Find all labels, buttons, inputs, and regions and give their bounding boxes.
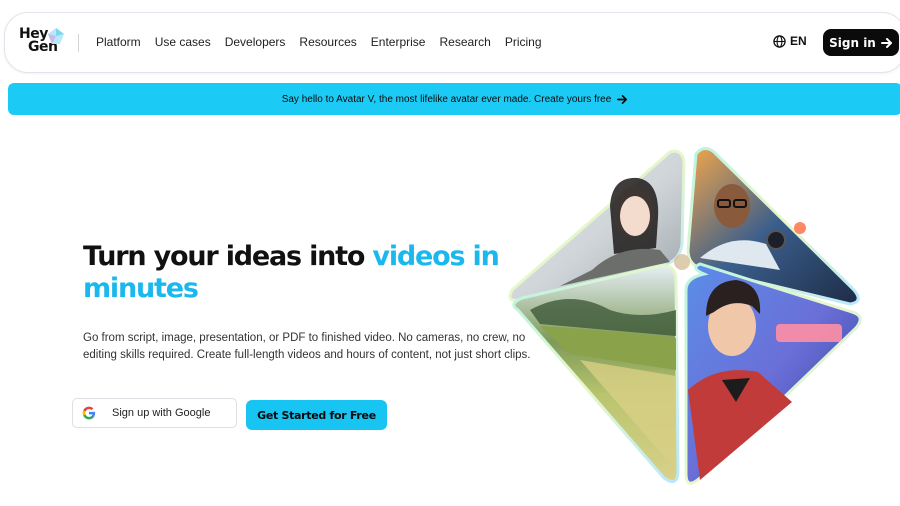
top-nav-bar: Hey Gen Platform Use cases Developers Re… — [4, 12, 900, 73]
google-signup-button[interactable]: Sign up with Google — [72, 398, 237, 428]
get-started-label: Get Started for Free — [257, 408, 376, 422]
google-signup-label: Sign up with Google — [112, 407, 211, 419]
arrow-right-icon — [617, 94, 628, 104]
announcement-text: Say hello to Avatar V, the most lifelike… — [281, 93, 612, 105]
language-label: EN — [790, 34, 807, 48]
language-selector[interactable]: EN — [773, 34, 807, 48]
hero-description: Go from script, image, presentation, or … — [83, 332, 531, 361]
hero-title-plain: Turn your ideas into — [83, 241, 373, 272]
hero-avatar-diamond-image — [508, 147, 862, 485]
nav-pricing[interactable]: Pricing — [505, 35, 542, 49]
heygen-logo[interactable]: Hey Gen — [17, 26, 67, 60]
nav-developers[interactable]: Developers — [225, 35, 286, 49]
nav-use-cases[interactable]: Use cases — [155, 35, 211, 49]
header-divider — [78, 34, 79, 52]
nav-resources[interactable]: Resources — [299, 35, 356, 49]
get-started-button[interactable]: Get Started for Free — [246, 400, 387, 430]
sign-in-label: Sign in — [829, 35, 876, 50]
google-icon — [82, 406, 96, 420]
heygen-logo-icon — [48, 28, 64, 44]
globe-icon — [773, 34, 786, 48]
arrow-right-icon — [880, 37, 892, 48]
nav-platform[interactable]: Platform — [96, 35, 141, 49]
sign-in-button[interactable]: Sign in — [823, 29, 899, 56]
nav-enterprise[interactable]: Enterprise — [371, 35, 426, 49]
announcement-banner[interactable]: Say hello to Avatar V, the most lifelike… — [8, 83, 900, 115]
nav-research[interactable]: Research — [439, 35, 490, 49]
avatar-tile-landscape — [512, 264, 680, 484]
hero-title: Turn your ideas into videos in minutes — [83, 241, 513, 305]
main-nav: Platform Use cases Developers Resources … — [96, 35, 542, 49]
